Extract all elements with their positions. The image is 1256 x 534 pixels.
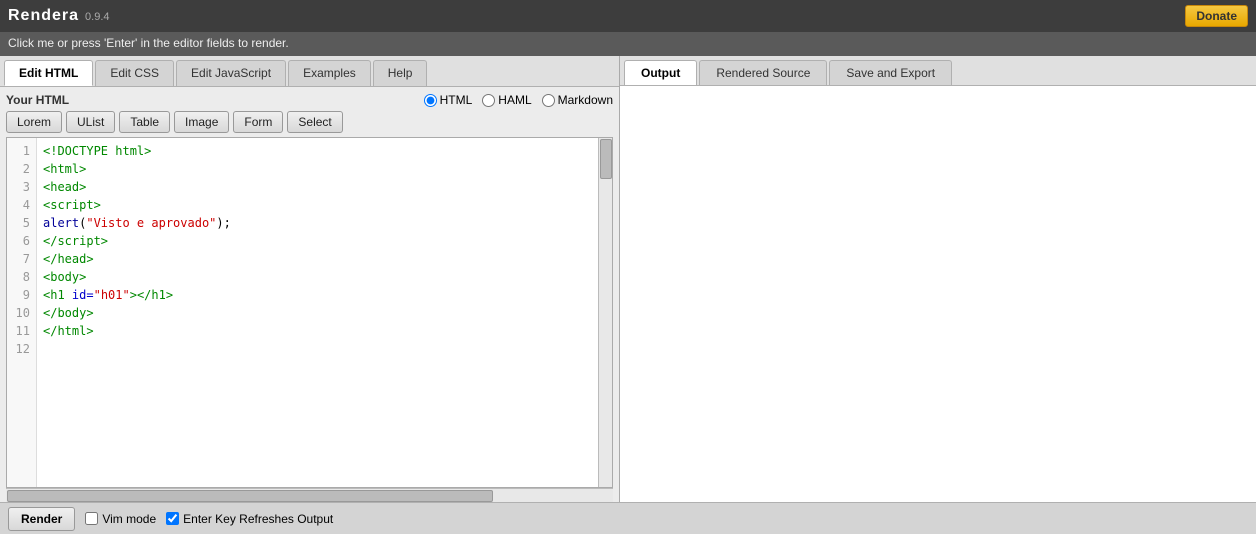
line-numbers: 123456789101112 (7, 138, 37, 487)
form-button[interactable]: Form (233, 111, 283, 133)
snippet-buttons: Lorem UList Table Image Form Select (6, 111, 613, 133)
output-content (620, 86, 1256, 502)
format-html-option[interactable]: HTML (424, 93, 473, 107)
left-tab-bar: Edit HTML Edit CSS Edit JavaScript Examp… (0, 56, 619, 87)
left-panel: Edit HTML Edit CSS Edit JavaScript Examp… (0, 56, 620, 502)
format-haml-option[interactable]: HAML (482, 93, 531, 107)
tab-edit-css[interactable]: Edit CSS (95, 60, 174, 86)
enter-key-label: Enter Key Refreshes Output (183, 512, 333, 526)
sub-bar: Click me or press 'Enter' in the editor … (0, 32, 1256, 56)
app-version: 0.9.4 (85, 11, 109, 23)
top-bar: Rendera 0.9.4 Donate (0, 0, 1256, 32)
lorem-button[interactable]: Lorem (6, 111, 62, 133)
tab-rendered-source[interactable]: Rendered Source (699, 60, 827, 85)
vim-mode-label: Vim mode (102, 512, 156, 526)
enter-key-checkbox[interactable] (166, 512, 179, 525)
render-button[interactable]: Render (8, 507, 75, 531)
horizontal-scrollbar-thumb[interactable] (7, 490, 493, 502)
format-haml-radio[interactable] (482, 94, 495, 107)
your-html-label: Your HTML (6, 93, 69, 107)
output-tab-bar: Output Rendered Source Save and Export (620, 56, 1256, 86)
tab-examples[interactable]: Examples (288, 60, 371, 86)
tab-edit-javascript[interactable]: Edit JavaScript (176, 60, 286, 86)
vim-mode-checkbox[interactable] (85, 512, 98, 525)
vertical-scrollbar[interactable] (598, 138, 612, 487)
main-layout: Edit HTML Edit CSS Edit JavaScript Examp… (0, 56, 1256, 502)
editor-top: Your HTML HTML HAML Markdown (6, 93, 613, 107)
format-radios: HTML HAML Markdown (424, 93, 613, 107)
vertical-scrollbar-thumb[interactable] (600, 139, 612, 179)
donate-button[interactable]: Donate (1185, 5, 1248, 27)
tab-edit-html[interactable]: Edit HTML (4, 60, 93, 86)
code-editor[interactable]: 123456789101112 <!DOCTYPE html> <html> <… (6, 137, 613, 488)
select-button[interactable]: Select (287, 111, 342, 133)
code-editor-container: 123456789101112 <!DOCTYPE html> <html> <… (6, 137, 613, 502)
tab-output[interactable]: Output (624, 60, 697, 85)
format-html-radio[interactable] (424, 94, 437, 107)
enter-key-option[interactable]: Enter Key Refreshes Output (166, 512, 333, 526)
tab-save-export[interactable]: Save and Export (829, 60, 952, 85)
tab-help[interactable]: Help (373, 60, 428, 86)
subtitle-text: Click me or press 'Enter' in the editor … (8, 36, 289, 50)
format-markdown-radio[interactable] (542, 94, 555, 107)
image-button[interactable]: Image (174, 111, 229, 133)
editor-area: Your HTML HTML HAML Markdown Lorem ULis (0, 87, 619, 502)
bottom-bar: Render Vim mode Enter Key Refreshes Outp… (0, 502, 1256, 534)
horizontal-scrollbar[interactable] (6, 488, 613, 502)
format-markdown-option[interactable]: Markdown (542, 93, 613, 107)
table-button[interactable]: Table (119, 111, 170, 133)
vim-mode-option[interactable]: Vim mode (85, 512, 156, 526)
app-title: Rendera (8, 7, 79, 25)
code-content[interactable]: <!DOCTYPE html> <html> <head> <script> a… (37, 138, 598, 487)
ulist-button[interactable]: UList (66, 111, 115, 133)
right-panel: Output Rendered Source Save and Export (620, 56, 1256, 502)
